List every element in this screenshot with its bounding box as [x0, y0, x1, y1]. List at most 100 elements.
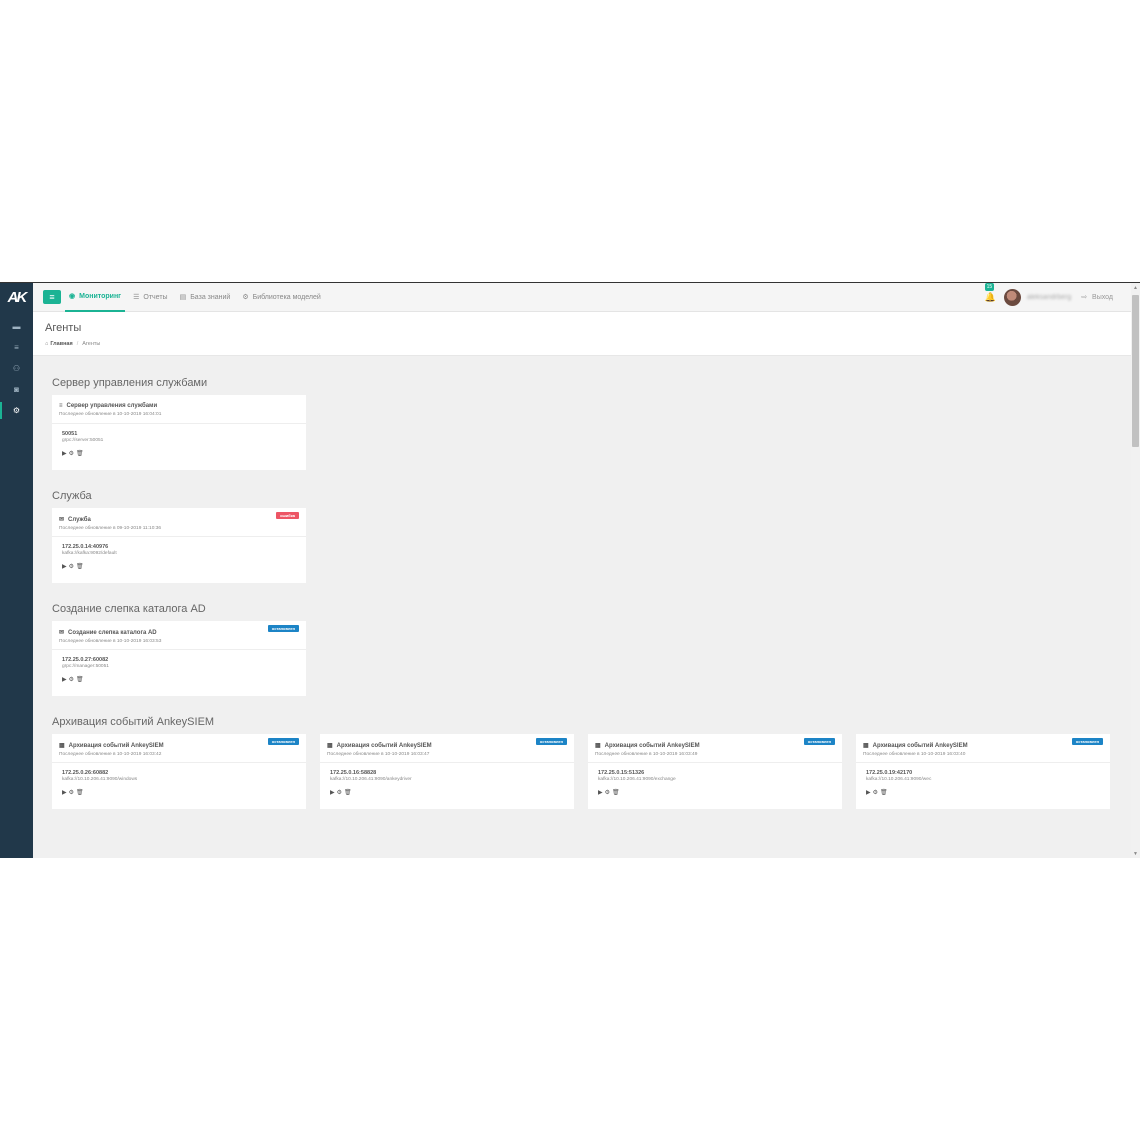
scroll-down-arrow-icon[interactable]: ▼ [1131, 851, 1140, 857]
agent-name: Служба [68, 516, 91, 523]
agent-card-body: 172.25.0.27:60082 grpc://manager:50051 ▶… [52, 650, 306, 696]
notifications-button[interactable]: 🔔 15 [984, 283, 996, 303]
status-badge: остановлен [1071, 738, 1103, 745]
database-icon: ▦ [595, 743, 601, 749]
logout-button[interactable]: ⇨ Выход [1081, 293, 1113, 301]
play-icon[interactable]: ▶ [866, 789, 871, 796]
hamburger-icon: ≡ [49, 292, 55, 302]
list-icon: ≡ [14, 343, 19, 352]
agent-card-body: 172.25.0.26:60882 kafka://10.10.206.41:9… [52, 763, 306, 809]
cogs-icon: ⚙ [12, 406, 21, 415]
nav-knowledge-base[interactable]: ▤ База знаний [176, 283, 235, 312]
trash-icon[interactable]: 🗑 [76, 789, 84, 796]
status-badge: остановлен [267, 738, 299, 745]
play-icon[interactable]: ▶ [330, 789, 335, 796]
list-icon: ☰ [133, 294, 140, 301]
sign-out-icon: ⇨ [1081, 294, 1088, 301]
scroll-thumb[interactable] [1132, 295, 1139, 447]
sidebar-item-list[interactable]: ≡ [0, 337, 33, 358]
play-icon[interactable]: ▶ [62, 676, 67, 683]
breadcrumb: ⌂ Главная / Агенты [45, 341, 100, 347]
agent-card: остановлен ▦ Архивация событий AnkeySIEM … [856, 734, 1110, 809]
play-icon[interactable]: ▶ [598, 789, 603, 796]
section-title: Служба [52, 490, 92, 502]
agent-url: kafka://10.10.206.41:9090/wec [866, 777, 932, 782]
agent-name: Архивация событий AnkeySIEM [872, 742, 968, 749]
users-icon: ⚇ [12, 364, 21, 373]
agent-endpoint: 172.25.0.27:60082 [62, 657, 109, 663]
cards-row: ≡ Сервер управления службами Последнее об… [52, 395, 1112, 470]
agent-card: остановлен ✉ Создание слепка каталога AD … [52, 621, 306, 696]
page-title: Агенты [45, 322, 82, 334]
agent-name: Сервер управления службами [66, 403, 158, 409]
sidebar-item-users[interactable]: ⚇ [0, 358, 33, 379]
user-area: 🔔 15 aleksandrberg ⇨ Выход [984, 283, 1131, 306]
agent-card-header: остановлен ▦ Архивация событий AnkeySIEM … [856, 734, 1110, 763]
car-icon: ◙ [14, 385, 19, 394]
agent-endpoint: 50051 [62, 431, 78, 437]
agent-url: kafka://10.10.206.41:9090/windows [62, 777, 138, 782]
trash-icon[interactable]: 🗑 [76, 563, 84, 570]
agent-name: Создание слепка каталога AD [68, 629, 157, 636]
play-icon[interactable]: ▶ [62, 789, 67, 796]
gear-icon[interactable]: ⚙ [873, 789, 878, 796]
agent-actions: ▶ ⚙ 🗑 [62, 563, 296, 570]
top-navbar: ≡ ◉ Мониторинг ☰ Отчеты ▤ База знаний ⚙ … [33, 283, 1131, 312]
agents-content: Сервер управления службами ≡ Сервер управ… [33, 357, 1131, 858]
gear-icon[interactable]: ⚙ [605, 789, 610, 796]
trash-icon[interactable]: 🗑 [880, 789, 888, 796]
play-icon[interactable]: ▶ [62, 450, 67, 457]
agent-card-body: 50051 grpc://server:50051 ▶ ⚙ 🗑 [52, 424, 306, 470]
nav-monitoring-label: Мониторинг [79, 292, 122, 300]
sidebar-nav: ▬ ≡ ⚇ ◙ ⚙ [0, 316, 33, 421]
agent-name: Архивация событий AnkeySIEM [68, 742, 164, 749]
play-icon[interactable]: ▶ [62, 563, 67, 570]
agent-actions: ▶ ⚙ 🗑 [62, 676, 296, 683]
home-icon: ⌂ [45, 341, 49, 347]
database-icon: ▦ [59, 743, 65, 749]
agent-last-updated: Последнее обновление в 10-10-2019 16:04:… [59, 412, 162, 417]
database-icon: ▦ [863, 743, 869, 749]
gear-icon[interactable]: ⚙ [69, 563, 74, 570]
breadcrumb-current: Агенты [82, 341, 101, 347]
app-logo[interactable]: AK [0, 283, 33, 312]
cards-row: ошибка ✉ Служба Последнее обновление в 09… [52, 508, 1112, 583]
gear-icon[interactable]: ⚙ [69, 676, 74, 683]
agent-last-updated: Последнее обновление в 10-10-2019 16:03:… [863, 752, 966, 757]
gear-icon[interactable]: ⚙ [337, 789, 342, 796]
agent-actions: ▶ ⚙ 🗑 [598, 789, 832, 796]
agent-last-updated: Последнее обновление в 09-10-2019 11:10:… [59, 526, 162, 531]
database-icon: ▦ [327, 743, 333, 749]
status-badge: остановлен [535, 738, 567, 745]
sidebar-item-bed[interactable]: ▬ [0, 316, 33, 337]
status-badge: ошибка [276, 512, 299, 519]
book-icon: ▤ [179, 294, 187, 301]
gear-icon[interactable]: ⚙ [69, 789, 74, 796]
eye-icon: ◉ [69, 293, 76, 300]
list-icon: ≡ [59, 403, 63, 409]
avatar[interactable] [1003, 288, 1021, 306]
nav-monitoring[interactable]: ◉ Мониторинг [65, 283, 126, 312]
agent-name: Архивация событий AnkeySIEM [604, 742, 700, 749]
agent-last-updated: Последнее обновление в 10-10-2019 16:03:… [59, 752, 162, 757]
trash-icon[interactable]: 🗑 [76, 450, 84, 457]
scroll-up-arrow-icon[interactable]: ▲ [1131, 285, 1140, 291]
username[interactable]: aleksandrberg [1027, 294, 1071, 301]
nav-model-library[interactable]: ⚙ Библиотека моделей [238, 283, 324, 312]
menu-toggle-button[interactable]: ≡ [43, 290, 61, 304]
agent-card-header: ошибка ✉ Служба Последнее обновление в 09… [52, 508, 306, 537]
app-window: AK ▬ ≡ ⚇ ◙ ⚙ ≡ ◉ Мониторинг ☰ Отчеты ▤ Б… [0, 282, 1140, 858]
agent-name: Архивация событий AnkeySIEM [336, 742, 432, 749]
vertical-scrollbar[interactable]: ▲ ▼ [1131, 283, 1140, 858]
agent-card: остановлен ▦ Архивация событий AnkeySIEM … [320, 734, 574, 809]
trash-icon[interactable]: 🗑 [344, 789, 352, 796]
trash-icon[interactable]: 🗑 [612, 789, 620, 796]
sidebar-item-car[interactable]: ◙ [0, 379, 33, 400]
section-title: Создание слепка каталога AD [52, 603, 206, 615]
gear-icon[interactable]: ⚙ [69, 450, 74, 457]
sidebar-item-agents[interactable]: ⚙ [0, 400, 33, 421]
breadcrumb-home-link[interactable]: Главная [50, 341, 72, 347]
trash-icon[interactable]: 🗑 [76, 676, 84, 683]
nav-reports[interactable]: ☰ Отчеты [129, 283, 171, 312]
agent-card-header: остановлен ▦ Архивация событий AnkeySIEM … [588, 734, 842, 763]
